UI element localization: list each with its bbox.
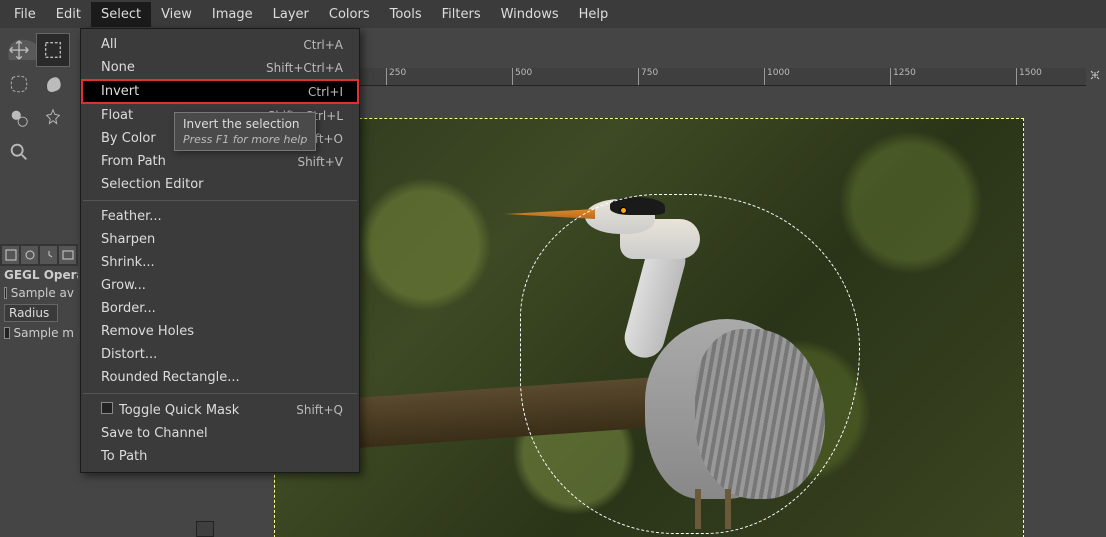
menuitem-toggle-quick-mask[interactable]: Toggle Quick Mask Shift+Q xyxy=(81,398,359,422)
option-sample-merged[interactable]: Sample m xyxy=(0,324,78,342)
tooltip: Invert the selection Press F1 for more h… xyxy=(174,112,316,151)
menubar: FileEditSelectViewImageLayerColorsToolsF… xyxy=(0,0,1106,28)
smudge-tool[interactable] xyxy=(36,67,70,101)
menu-select[interactable]: Select xyxy=(91,2,151,27)
menuitem-grow[interactable]: Grow... xyxy=(81,274,359,297)
navigate-icon[interactable] xyxy=(1088,68,1102,82)
tool-options-title: GEGL Operat xyxy=(0,266,78,284)
menu-edit[interactable]: Edit xyxy=(46,2,91,27)
menuitem-selection-editor[interactable]: Selection Editor xyxy=(81,173,359,196)
rect-select-tool[interactable] xyxy=(36,33,70,67)
free-select-tool[interactable] xyxy=(2,67,36,101)
menu-windows[interactable]: Windows xyxy=(491,2,569,27)
ruler-tick: 1500 xyxy=(1016,68,1042,85)
menuitem-label: Save to Channel xyxy=(101,426,208,441)
menu-colors[interactable]: Colors xyxy=(319,2,380,27)
menu-help[interactable]: Help xyxy=(569,2,619,27)
dock-tab-history[interactable] xyxy=(40,246,57,264)
dock-tab-tool-options[interactable] xyxy=(2,246,19,264)
menuitem-from-path[interactable]: From Path Shift+V xyxy=(81,150,359,173)
menuitem-rounded-rectangle[interactable]: Rounded Rectangle... xyxy=(81,366,359,389)
menuitem-sharpen[interactable]: Sharpen xyxy=(81,228,359,251)
tool-options-dock: GEGL Operat Sample av Sample m xyxy=(0,244,78,342)
menu-file[interactable]: File xyxy=(4,2,46,27)
menuitem-label: None xyxy=(101,60,135,75)
fuzzy-select-tool[interactable] xyxy=(36,101,70,135)
tooltip-title: Invert the selection xyxy=(183,117,307,131)
menu-filters[interactable]: Filters xyxy=(432,2,491,27)
menu-image[interactable]: Image xyxy=(202,2,263,27)
empty-tool-slot xyxy=(36,135,70,169)
menuitem-remove-holes[interactable]: Remove Holes xyxy=(81,320,359,343)
heron-subject xyxy=(525,199,855,529)
image-content xyxy=(274,118,1024,537)
menuitem-label: Shrink... xyxy=(101,255,155,270)
menu-layer[interactable]: Layer xyxy=(263,2,319,27)
menuitem-label: Toggle Quick Mask xyxy=(101,402,239,418)
option-sample-average[interactable]: Sample av xyxy=(0,284,78,302)
tooltip-hint: Press F1 for more help xyxy=(183,133,307,146)
menu-separator xyxy=(83,393,357,394)
ruler-tick: 750 xyxy=(638,68,658,85)
menuitem-invert[interactable]: Invert Ctrl+I xyxy=(81,79,359,104)
zoom-tool[interactable] xyxy=(2,135,36,169)
toolbox xyxy=(2,33,74,169)
menuitem-shrink[interactable]: Shrink... xyxy=(81,251,359,274)
menuitem-save-to-channel[interactable]: Save to Channel xyxy=(81,422,359,445)
menuitem-label: Remove Holes xyxy=(101,324,194,339)
menuitem-label: Sharpen xyxy=(101,232,155,247)
menuitem-label: From Path xyxy=(101,154,166,169)
dock-tab-device[interactable] xyxy=(21,246,38,264)
menuitem-shortcut: Shift+Ctrl+A xyxy=(266,61,343,75)
menuitem-label: Feather... xyxy=(101,209,162,224)
menu-separator xyxy=(83,200,357,201)
select-menu-dropdown: All Ctrl+A None Shift+Ctrl+A Invert Ctrl+I Flo… xyxy=(80,28,360,473)
menuitem-label: Float xyxy=(101,108,133,123)
menuitem-label: By Color xyxy=(101,131,156,146)
menuitem-label: All xyxy=(101,37,117,52)
option-label: Sample m xyxy=(14,326,75,340)
menuitem-feather[interactable]: Feather... xyxy=(81,205,359,228)
checkbox-icon xyxy=(4,287,7,299)
menuitem-label: Distort... xyxy=(101,347,157,362)
menuitem-label: To Path xyxy=(101,449,147,464)
menuitem-shortcut: Shift+V xyxy=(297,155,343,169)
menuitem-shortcut: Ctrl+A xyxy=(303,38,343,52)
menuitem-label: Grow... xyxy=(101,278,146,293)
menuitem-shortcut: Shift+Q xyxy=(296,403,343,417)
option-radius xyxy=(0,302,78,324)
menuitem-all[interactable]: All Ctrl+A xyxy=(81,33,359,56)
ruler-tick: 500 xyxy=(512,68,532,85)
menuitem-none[interactable]: None Shift+Ctrl+A xyxy=(81,56,359,79)
menuitem-distort[interactable]: Distort... xyxy=(81,343,359,366)
menuitem-label: Border... xyxy=(101,301,156,316)
menu-tools[interactable]: Tools xyxy=(380,2,432,27)
ruler-tick: 1000 xyxy=(764,68,790,85)
radius-input[interactable] xyxy=(4,304,58,322)
menuitem-label: Selection Editor xyxy=(101,177,204,192)
menuitem-to-path[interactable]: To Path xyxy=(81,445,359,468)
menuitem-border[interactable]: Border... xyxy=(81,297,359,320)
menu-view[interactable]: View xyxy=(151,2,202,27)
menuitem-shortcut: Ctrl+I xyxy=(308,85,343,99)
ruler-tick: 250 xyxy=(386,68,406,85)
checkbox-icon xyxy=(101,402,113,414)
option-label: Sample av xyxy=(11,286,74,300)
dock-tabs xyxy=(0,244,78,266)
menuitem-label: Rounded Rectangle... xyxy=(101,370,240,385)
ruler-tick: 1250 xyxy=(890,68,916,85)
clone-tool[interactable] xyxy=(2,101,36,135)
checkbox-icon xyxy=(4,327,10,339)
move-tool[interactable] xyxy=(2,33,36,67)
dock-tab-image[interactable] xyxy=(59,246,76,264)
menuitem-label: Invert xyxy=(101,84,139,99)
ruler-corner xyxy=(196,521,214,537)
